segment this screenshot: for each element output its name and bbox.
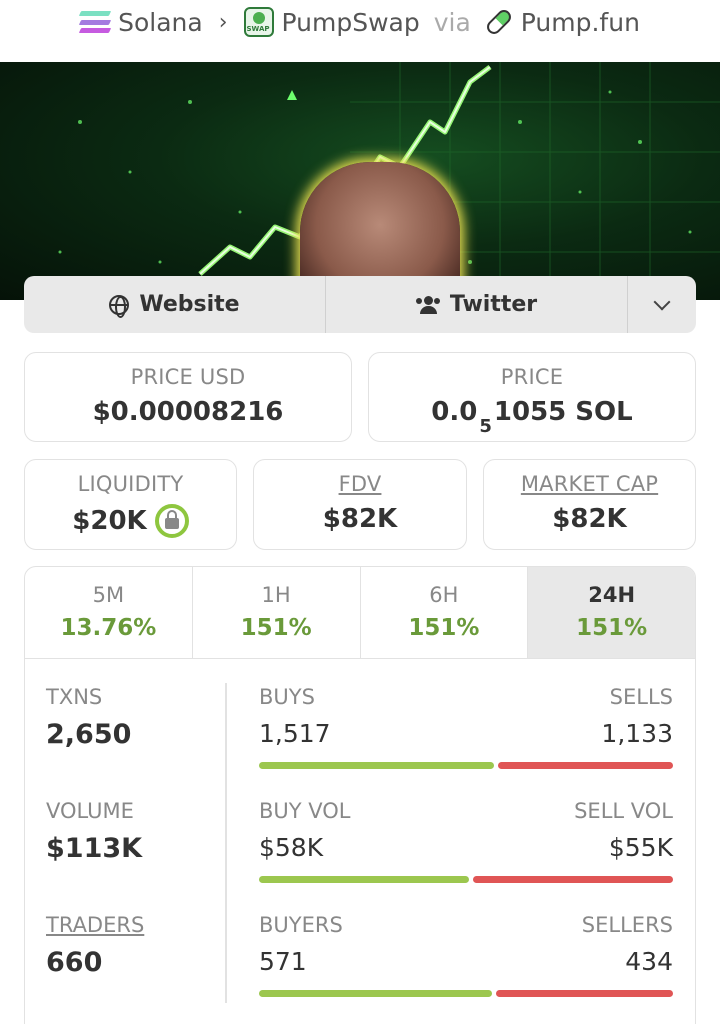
tab-label: 1H: [261, 583, 291, 607]
sell-vol-label: SELL VOL: [574, 799, 673, 823]
traders-label[interactable]: TRADERS: [46, 913, 144, 937]
sellers-label: SELLERS: [581, 913, 673, 937]
sell-bar: [473, 876, 673, 883]
fdv-label[interactable]: FDV: [254, 472, 466, 496]
volume-value: $113K: [46, 833, 143, 864]
social-links-bar: Website Twitter: [24, 276, 696, 333]
sell-bar: [496, 990, 673, 997]
website-label: Website: [139, 292, 240, 317]
liquidity-value-row: $20K: [25, 504, 236, 538]
tab-5m[interactable]: 5M 13.76%: [25, 567, 193, 658]
tab-change: 13.76%: [60, 615, 157, 641]
buy-vol-value: $58K: [259, 833, 324, 862]
buys-value: 1,517: [259, 719, 331, 748]
buys-label: BUYS: [259, 685, 315, 709]
twitter-label: Twitter: [449, 292, 538, 317]
sells-label: SELLS: [609, 685, 673, 709]
lock-icon[interactable]: [154, 504, 189, 538]
market-cap-card: MARKET CAP $82K: [483, 459, 696, 550]
price-native-label: PRICE: [500, 365, 564, 389]
buyers-label: BUYERS: [259, 913, 343, 937]
liquidity-value: $20K: [72, 506, 147, 536]
globe-icon: [109, 294, 130, 318]
buyers-value: 571: [259, 947, 307, 976]
sells-value: 1,133: [601, 719, 673, 748]
price-native-card: PRICE 0.0 51055 SOL: [368, 352, 696, 442]
buy-bar: [259, 990, 493, 997]
breadcrumb-dex-label: PumpSwap: [281, 7, 420, 37]
sell-vol-value: $55K: [608, 833, 673, 862]
buy-bar: [259, 762, 494, 769]
tab-label: 5M: [92, 583, 125, 607]
activity-panel: 5M 13.76% 1H 151% 6H 151% 24H 151% TXNS …: [24, 566, 696, 1024]
txns-value: 2,650: [46, 719, 132, 750]
users-icon: [415, 295, 440, 314]
buyers-sellers-bar: [259, 990, 673, 997]
sellers-value: 434: [625, 947, 673, 976]
market-cap-label[interactable]: MARKET CAP: [484, 472, 695, 496]
market-cap-value: $82K: [552, 504, 627, 534]
breadcrumb-source-label: Pump.fun: [520, 7, 640, 37]
traders-row: TRADERS 660 BUYERS SELLERS 571 434: [25, 913, 695, 1023]
tab-label: 24H: [588, 583, 636, 607]
buy-sell-ratio-bar: [259, 762, 673, 769]
breadcrumb-via: via: [433, 7, 471, 37]
volume-label: VOLUME: [46, 799, 134, 823]
traders-value: 660: [46, 947, 103, 978]
buy-vol-label: BUY VOL: [259, 799, 351, 823]
tab-label: 6H: [429, 583, 459, 607]
liquidity-label: LIQUIDITY: [77, 472, 184, 496]
tab-1h[interactable]: 1H 151%: [193, 567, 361, 658]
tab-6h[interactable]: 6H 151%: [361, 567, 529, 658]
price-native-suffix: 1055 SOL: [493, 397, 633, 427]
fdv-card: FDV $82K: [253, 459, 467, 550]
price-native-value: 0.0 51055 SOL: [369, 397, 695, 437]
breadcrumb: Solana › PumpSwap via Pump.fun: [0, 0, 720, 44]
price-usd-value: $0.00008216: [92, 397, 284, 427]
twitter-button[interactable]: Twitter: [326, 276, 628, 333]
price-usd-card: PRICE USD $0.00008216: [24, 352, 352, 442]
breadcrumb-dex[interactable]: PumpSwap: [243, 7, 420, 37]
volume-row: VOLUME $113K BUY VOL SELL VOL $58K $55K: [25, 799, 695, 909]
tab-24h[interactable]: 24H 151%: [528, 567, 695, 658]
pill-icon: [483, 7, 514, 37]
fdv-value: $82K: [322, 504, 398, 534]
website-button[interactable]: Website: [24, 276, 326, 333]
timeframe-tabs: 5M 13.76% 1H 151% 6H 151% 24H 151%: [25, 567, 695, 659]
price-usd-label: PRICE USD: [130, 365, 246, 389]
tab-change: 151%: [576, 615, 648, 641]
pumpswap-icon: [243, 7, 274, 37]
tab-change: 151%: [240, 615, 312, 641]
breadcrumb-chain-label: Solana: [118, 7, 203, 37]
token-banner: [0, 62, 720, 300]
buy-sell-volume-bar: [259, 876, 673, 883]
sell-bar: [497, 762, 673, 769]
chevron-right-icon: ›: [218, 9, 228, 35]
tab-change: 151%: [408, 615, 480, 641]
solana-icon: [78, 11, 112, 33]
txns-label: TXNS: [46, 685, 103, 709]
txns-row: TXNS 2,650 BUYS SELLS 1,517 1,133: [25, 685, 695, 795]
chevron-down-icon: [653, 293, 671, 310]
buy-bar: [259, 876, 470, 883]
more-links-dropdown[interactable]: [628, 276, 696, 333]
price-native-prefix: 0.0: [431, 397, 478, 427]
breadcrumb-chain[interactable]: Solana: [78, 7, 203, 37]
price-native-zero-count: 5: [479, 416, 492, 438]
breadcrumb-source[interactable]: Pump.fun: [483, 7, 640, 37]
liquidity-card: LIQUIDITY $20K: [24, 459, 237, 550]
